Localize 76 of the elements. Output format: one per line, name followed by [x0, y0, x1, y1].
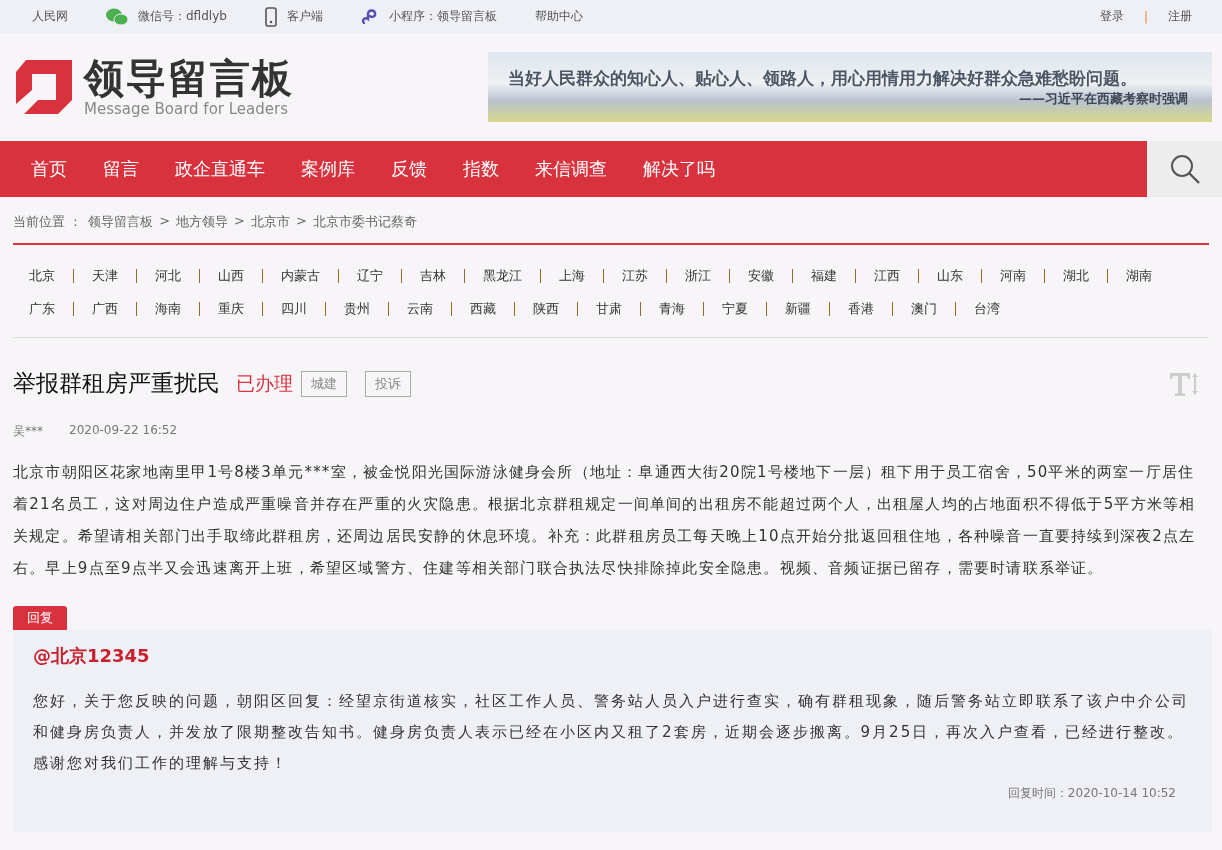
separator-text: | — [1143, 9, 1148, 24]
responder-name: @北京12345 — [33, 644, 151, 668]
nav-item[interactable]: 来信调查 — [517, 141, 625, 197]
message-body: 北京市朝阳区花家地南里甲1号8楼3单元***室，被金悦阳光国际游泳健身会所（地址：阜通西大街20院1号楼地下一层）租下用于员工宿舍，50平米的两室一厅居住着21名员工，这对周边住户造成严重噪音并存在严重的火灾隐患。根据北京群租规定一间单间的出租房不能超过两个人，出租屋人均的占地面积不得低于5平方米等相关规定。希望请相关部门出手取缔此群租房，还周边居民安静的休息环境。补充：此群租房员工每天晚上10点开始分批返回租住地，各种噪音一直要持续到深夜2点左右。早上9点至9点半又会迅速离开上班，希望区域警方、住建等相关部门联合执法尽快排除掉此安全隐患。视频、音频证据已留存，需要时请联系举证。 — [13, 462, 1197, 579]
breadcrumb-link[interactable]: 北京市 — [250, 213, 290, 231]
reply-body: 您好，关于您反映的问题，朝阳区回复：经望京街道核实，社区工作人员、警务站人员入户进行查实，确有群租现象，随后警务站立即联系了该户中介公司和健身房负责人，并发放了限期整改告知书。健身房负责人表示已经在小区内又租了2套房，近期会逐步搬离。9月25日，再次入户查看，已经进行整改。感谢您对我们工作的理解与支持！ — [33, 691, 1190, 774]
breadcrumb-separator: > — [159, 213, 171, 230]
region-link[interactable]: 海南 — [155, 299, 181, 318]
region-link[interactable]: 山东 — [937, 266, 963, 285]
region-link[interactable]: 澳门 — [911, 299, 937, 318]
nav-item[interactable]: 解决了吗 — [625, 141, 733, 197]
login-link[interactable]: 登录 — [1099, 8, 1124, 25]
top-link[interactable]: 小程序：领导留言板 — [388, 8, 497, 25]
region-link[interactable]: 四川 — [281, 299, 307, 318]
register-link[interactable]: 注册 — [1168, 8, 1192, 25]
region-link[interactable]: 内蒙古 — [281, 266, 320, 285]
banner-quote: 当好人民群众的知心人、贴心人、领路人，用心用情用力解决好群众急难愁盼问题。 — [508, 67, 1138, 90]
breadcrumb-separator: > — [295, 213, 307, 230]
search-button[interactable] — [1147, 141, 1222, 197]
reply-time: 回复时间：2020-10-14 10:52 — [1006, 785, 1177, 802]
nav-item[interactable]: 留言 — [85, 141, 157, 197]
banner-source: ——习近平在西藏考察时强调 — [1019, 90, 1188, 108]
nav-item[interactable]: 案例库 — [283, 141, 373, 197]
region-link[interactable]: 重庆 — [218, 299, 244, 318]
search-icon — [1168, 153, 1201, 185]
region-link[interactable]: 北京 — [29, 266, 55, 285]
region-link[interactable]: 新疆 — [785, 299, 811, 318]
region-link[interactable]: 安徽 — [748, 266, 774, 285]
nav-item[interactable]: 指数 — [445, 141, 517, 197]
phone-icon — [264, 6, 277, 27]
region-link[interactable]: 黑龙江 — [483, 266, 522, 285]
nav-item[interactable]: 反馈 — [373, 141, 445, 197]
region-link[interactable]: 吉林 — [420, 266, 446, 285]
region-link[interactable]: 香港 — [848, 299, 874, 318]
region-link[interactable]: 湖北 — [1063, 266, 1089, 285]
nav-item[interactable]: 首页 — [13, 141, 85, 197]
link-loop-icon — [360, 7, 379, 26]
message-title: 举报群租房严重扰民 — [13, 369, 220, 398]
region-link[interactable]: 广西 — [92, 299, 118, 318]
region-link[interactable]: 福建 — [811, 266, 837, 285]
region-link[interactable]: 江西 — [874, 266, 900, 285]
status-label: 已办理 — [236, 370, 293, 396]
breadcrumb-link[interactable]: 地方领导 — [176, 213, 229, 231]
region-link[interactable]: 云南 — [407, 299, 433, 318]
breadcrumb-link[interactable]: 北京市委书记蔡奇 — [312, 213, 417, 231]
region-link[interactable]: 湖南 — [1126, 266, 1152, 285]
top-link[interactable]: 客户端 — [286, 8, 323, 25]
author-name: 吴*** — [13, 423, 43, 440]
breadcrumb-separator: > — [234, 213, 245, 230]
post-time: 2020-09-22 16:52 — [69, 423, 178, 439]
region-link[interactable]: 浙江 — [685, 266, 711, 285]
breadcrumb-link[interactable]: 领导留言板 — [88, 213, 154, 231]
region-link[interactable]: 陕西 — [533, 299, 559, 318]
region-link[interactable]: 台湾 — [974, 299, 1000, 318]
top-link[interactable]: 人民网 — [32, 8, 68, 25]
region-link[interactable]: 河北 — [155, 266, 181, 285]
region-link[interactable]: 辽宁 — [357, 266, 383, 285]
region-link[interactable]: 上海 — [559, 266, 585, 285]
region-link[interactable]: 甘肃 — [596, 299, 622, 318]
region-link[interactable]: 贵州 — [344, 299, 370, 318]
region-link[interactable]: 山西 — [218, 266, 244, 285]
region-link[interactable]: 宁夏 — [722, 299, 748, 318]
top-link[interactable]: 微信号：dfldlyb — [138, 8, 227, 25]
region-link[interactable]: 江苏 — [622, 266, 648, 285]
breadcrumb-label: 当前位置 ： — [13, 213, 83, 231]
logo-icon — [16, 60, 72, 114]
region-link[interactable]: 河南 — [1000, 266, 1026, 285]
top-link[interactable]: 帮助中心 — [534, 8, 583, 25]
region-link[interactable]: 西藏 — [470, 299, 496, 318]
chat-bubbles-icon — [106, 7, 128, 26]
nav-item[interactable]: 政企直通车 — [157, 141, 283, 197]
region-link[interactable]: 天津 — [92, 266, 118, 285]
region-link[interactable]: 青海 — [659, 299, 685, 318]
region-link[interactable]: 广东 — [29, 299, 55, 318]
logo-title: 领导留言板 — [84, 56, 294, 100]
logo-subtitle: Message Board for Leaders — [84, 100, 289, 118]
